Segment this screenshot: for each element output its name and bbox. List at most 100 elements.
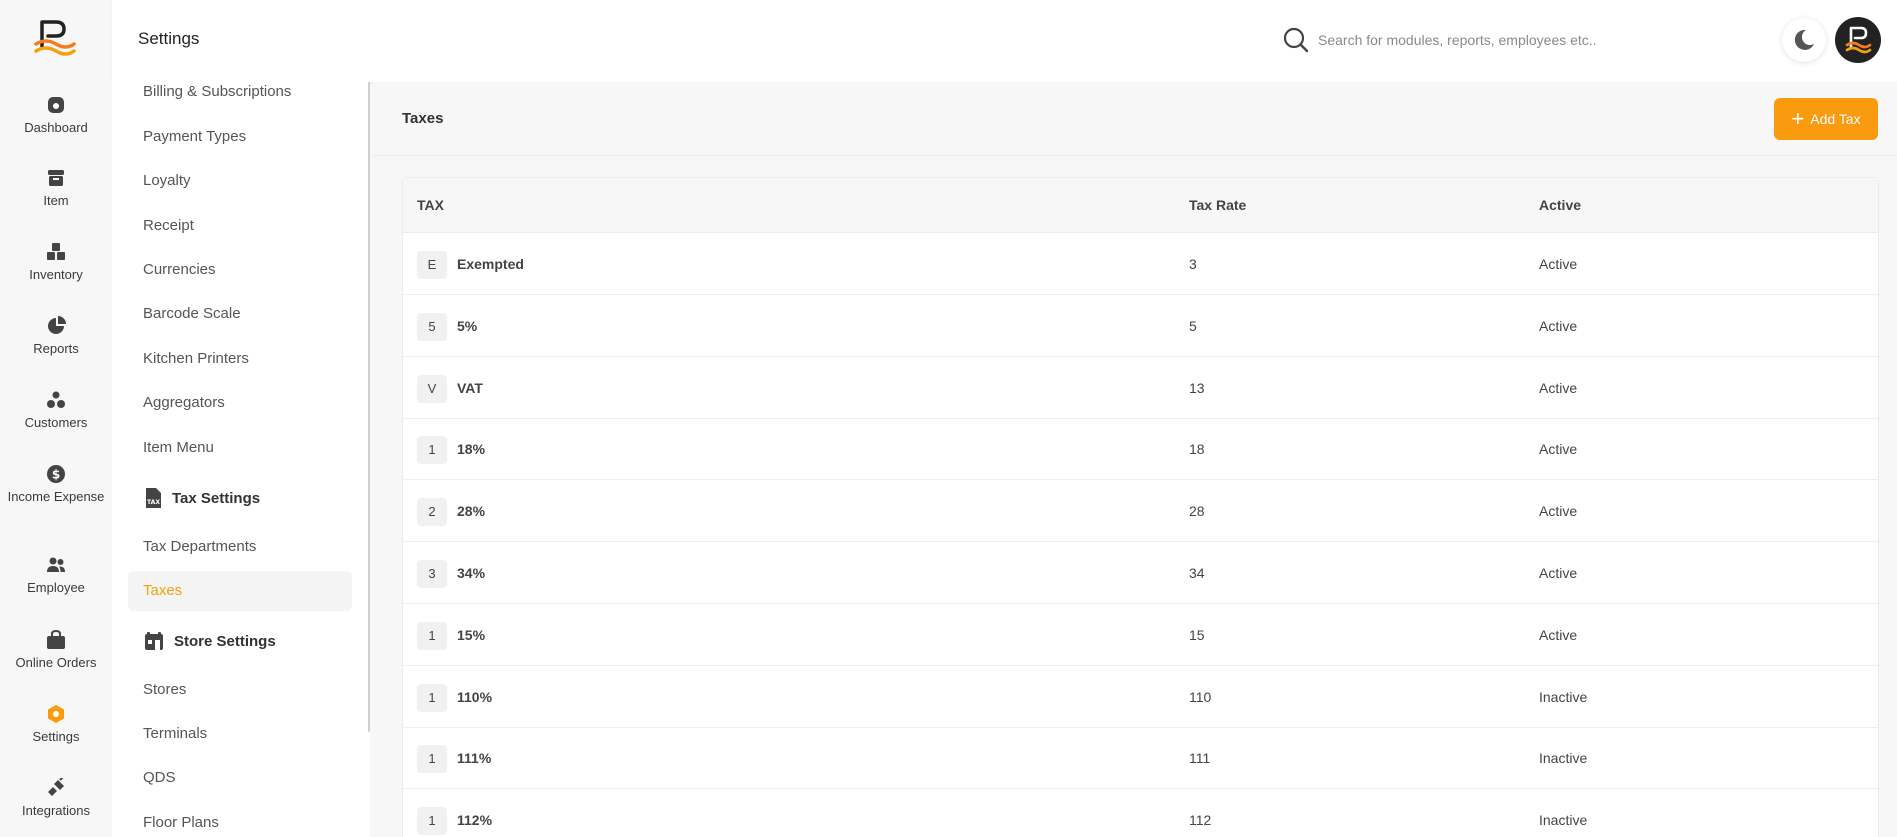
top-header: Settings bbox=[112, 0, 1897, 82]
tax-status: Inactive bbox=[1539, 750, 1588, 766]
table-row[interactable]: 1 110% 110 Inactive bbox=[403, 666, 1878, 728]
table-row[interactable]: 1 112% 112 Inactive bbox=[403, 789, 1878, 837]
integrations-icon bbox=[48, 778, 64, 796]
tax-name: Exempted bbox=[457, 256, 524, 272]
rail-item-income-expense[interactable]: $ Income Expense bbox=[0, 464, 112, 506]
tax-rate: 28 bbox=[1189, 503, 1205, 519]
svg-text:TAX: TAX bbox=[147, 499, 160, 506]
settings-nav-item-menu[interactable]: Item Menu bbox=[128, 428, 352, 468]
rail-item-integrations[interactable]: Integrations bbox=[0, 778, 112, 820]
settings-nav-stores[interactable]: Stores bbox=[128, 670, 352, 710]
rail-item-item[interactable]: Item bbox=[0, 168, 112, 210]
rail-item-employee[interactable]: Employee bbox=[0, 555, 112, 597]
column-header-tax-rate[interactable]: Tax Rate bbox=[1189, 197, 1246, 213]
rail-label: Dashboard bbox=[24, 120, 88, 135]
tax-name: 5% bbox=[457, 318, 478, 334]
tax-initial-badge: 1 bbox=[417, 622, 447, 650]
rail-item-dashboard[interactable]: Dashboard bbox=[0, 95, 112, 137]
theme-toggle-button[interactable] bbox=[1782, 18, 1826, 62]
tax-initial-badge: 2 bbox=[417, 498, 447, 526]
rail-label: Inventory bbox=[29, 267, 83, 282]
settings-nav-currencies[interactable]: Currencies bbox=[128, 250, 352, 290]
rail-item-inventory[interactable]: Inventory bbox=[0, 242, 112, 284]
tax-initial-badge: V bbox=[417, 375, 447, 403]
tax-status: Active bbox=[1539, 256, 1578, 272]
table-row[interactable]: 2 28% 28 Active bbox=[403, 480, 1878, 542]
tax-name: 110% bbox=[457, 689, 493, 705]
avatar-logo-icon bbox=[1845, 26, 1872, 54]
settings-nav-floor-plans[interactable]: Floor Plans bbox=[128, 803, 352, 837]
add-tax-button[interactable]: + Add Tax bbox=[1774, 98, 1878, 140]
table-header: TAX Tax Rate Active bbox=[403, 178, 1878, 233]
tax-name: 18% bbox=[457, 441, 486, 457]
tax-name: 34% bbox=[457, 565, 486, 581]
user-avatar[interactable] bbox=[1835, 17, 1881, 63]
table-row[interactable]: 1 18% 18 Active bbox=[403, 418, 1878, 480]
settings-nav-receipt[interactable]: Receipt bbox=[128, 206, 352, 246]
tax-rate: 13 bbox=[1189, 380, 1205, 396]
column-header-tax[interactable]: TAX bbox=[417, 197, 444, 213]
tax-initial-badge: 5 bbox=[417, 313, 447, 341]
tax-rate: 18 bbox=[1189, 441, 1205, 457]
settings-nav-kitchen-printers[interactable]: Kitchen Printers bbox=[128, 339, 352, 379]
tax-settings-header: TAX Tax Settings bbox=[144, 483, 260, 513]
settings-nav-terminals[interactable]: Terminals bbox=[128, 714, 352, 754]
tax-document-icon: TAX bbox=[146, 488, 161, 508]
svg-text:$: $ bbox=[52, 468, 60, 482]
column-header-active[interactable]: Active bbox=[1539, 197, 1581, 213]
tax-status: Active bbox=[1539, 565, 1578, 581]
store-settings-label: Store Settings bbox=[174, 632, 276, 650]
rail-item-reports[interactable]: Reports bbox=[0, 316, 112, 358]
rail-item-customers[interactable]: Customers bbox=[0, 390, 112, 432]
table-row[interactable]: 1 111% 111 Inactive bbox=[403, 727, 1878, 789]
tax-name: 111% bbox=[457, 750, 492, 766]
tax-status: Active bbox=[1539, 318, 1578, 334]
moon-icon bbox=[1794, 29, 1814, 50]
customers-icon bbox=[47, 391, 65, 408]
tax-rate: 112 bbox=[1189, 812, 1212, 828]
settings-nav-payment-types[interactable]: Payment Types bbox=[128, 117, 352, 157]
online-orders-icon bbox=[47, 630, 65, 649]
search-icon[interactable] bbox=[1282, 26, 1310, 54]
settings-nav-billing[interactable]: Billing & Subscriptions bbox=[128, 82, 352, 112]
table-row[interactable]: 1 15% 15 Active bbox=[403, 604, 1878, 666]
main-content: Taxes + Add Tax TAX Tax Rate Active E Ex… bbox=[372, 82, 1897, 837]
item-icon bbox=[48, 170, 64, 186]
settings-nav-aggregators[interactable]: Aggregators bbox=[128, 383, 352, 423]
settings-icon bbox=[48, 705, 64, 723]
table-row[interactable]: V VAT 13 Active bbox=[403, 357, 1878, 419]
rail-label: Settings bbox=[32, 729, 80, 744]
rail-label: Customers bbox=[24, 415, 88, 430]
employee-icon bbox=[47, 557, 65, 572]
settings-nav-qds[interactable]: QDS bbox=[128, 758, 352, 798]
tax-name: 15% bbox=[457, 627, 486, 643]
settings-nav-tax-departments[interactable]: Tax Departments bbox=[128, 527, 352, 567]
taxes-table: TAX Tax Rate Active E Exempted 3 Active … bbox=[402, 177, 1879, 837]
rail-item-settings[interactable]: Settings bbox=[0, 704, 112, 746]
tax-initial-badge: E bbox=[417, 251, 447, 279]
tax-initial-badge: 1 bbox=[417, 807, 447, 835]
table-row[interactable]: E Exempted 3 Active bbox=[403, 233, 1878, 295]
table-row[interactable]: 5 5% 5 Active bbox=[403, 295, 1878, 357]
rail-label: Income Expense bbox=[7, 489, 105, 504]
page-title: Settings bbox=[138, 29, 200, 48]
reports-icon bbox=[48, 316, 66, 334]
tax-initial-badge: 1 bbox=[417, 745, 447, 773]
brand-logo bbox=[34, 20, 76, 56]
tax-rate: 110 bbox=[1189, 689, 1212, 705]
rail-item-online-orders[interactable]: Online Orders bbox=[0, 630, 112, 672]
tax-name: 112% bbox=[457, 812, 493, 828]
settings-nav-taxes[interactable]: Taxes bbox=[128, 571, 352, 611]
tax-initial-badge: 1 bbox=[417, 684, 447, 712]
settings-nav-loyalty[interactable]: Loyalty bbox=[128, 161, 352, 201]
tax-initial-badge: 1 bbox=[417, 436, 447, 464]
settings-nav-barcode-scale[interactable]: Barcode Scale bbox=[128, 294, 352, 334]
content-header: Taxes + Add Tax bbox=[372, 82, 1897, 156]
table-row[interactable]: 3 34% 34 Active bbox=[403, 542, 1878, 604]
store-settings-header: Store Settings bbox=[144, 626, 276, 656]
tax-settings-label: Tax Settings bbox=[172, 489, 261, 507]
global-search-input[interactable] bbox=[1318, 26, 1618, 54]
tax-status: Inactive bbox=[1539, 812, 1588, 828]
sidebar-scrollbar[interactable] bbox=[368, 82, 370, 732]
rail-label: Item bbox=[43, 193, 69, 208]
